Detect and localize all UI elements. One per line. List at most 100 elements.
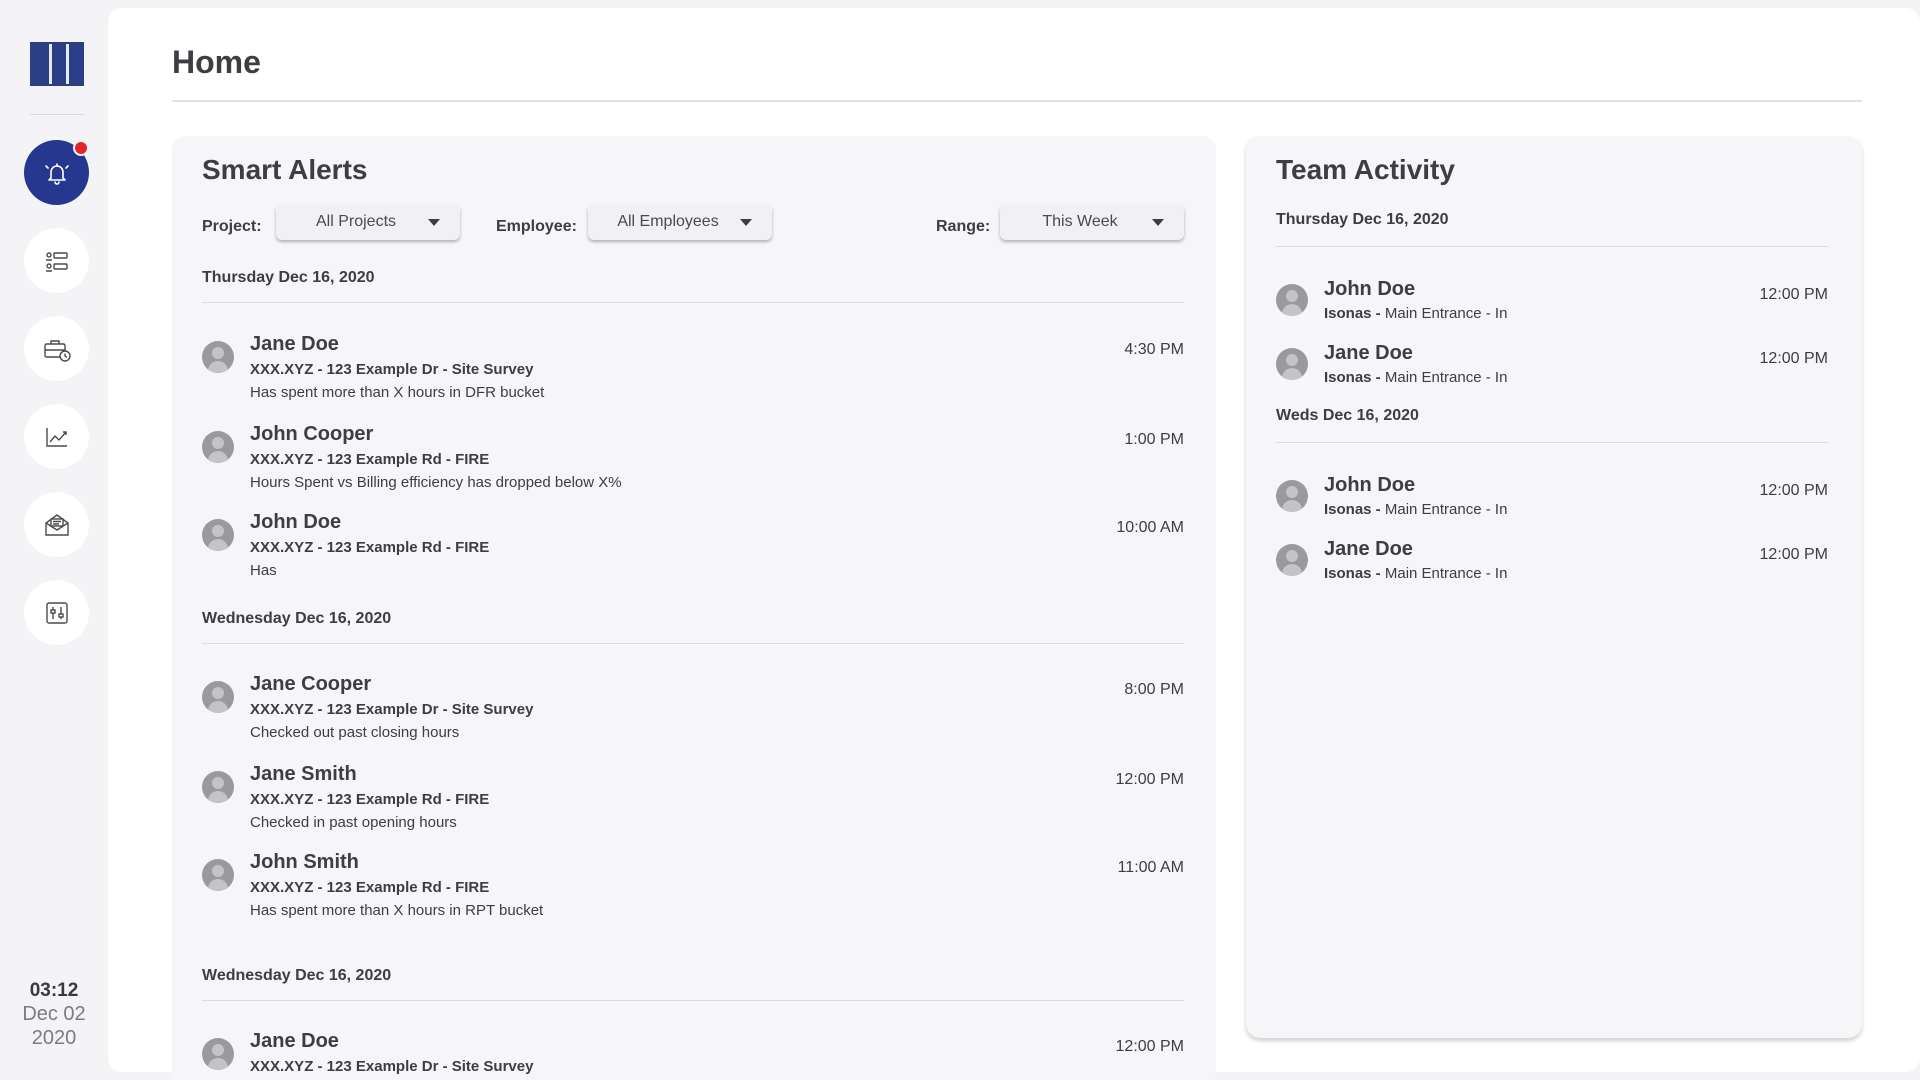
range-dropdown[interactable]: This Week bbox=[1000, 204, 1184, 240]
activity-employee-name: Jane Doe bbox=[1324, 538, 1413, 560]
alert-time: 8:00 PM bbox=[1124, 681, 1184, 698]
activity-event: Main Entrance - In bbox=[1380, 501, 1508, 518]
activity-time: 12:00 PM bbox=[1759, 546, 1828, 563]
alert-time: 10:00 AM bbox=[1116, 519, 1184, 536]
alert-project: XXX.XYZ - 123 Example Dr - Site Survey bbox=[250, 361, 534, 378]
alert-time: 12:00 PM bbox=[1115, 771, 1184, 788]
activity-source: Isonas - bbox=[1324, 305, 1381, 322]
alert-item[interactable]: John Smith XXX.XYZ - 123 Example Rd - FI… bbox=[202, 851, 1184, 937]
avatar bbox=[202, 681, 234, 713]
activity-item[interactable]: John Doe Isonas - Main Entrance - In 12:… bbox=[1276, 278, 1828, 332]
activity-detail: Isonas - Main Entrance - In bbox=[1324, 369, 1507, 386]
alert-item[interactable]: John Doe XXX.XYZ - 123 Example Rd - FIRE… bbox=[202, 511, 1184, 597]
activity-time: 12:00 PM bbox=[1759, 350, 1828, 367]
alert-project: XXX.XYZ - 123 Example Rd - FIRE bbox=[250, 539, 490, 556]
alert-time: 12:00 PM bbox=[1115, 1038, 1184, 1055]
employee-dropdown[interactable]: All Employees bbox=[588, 204, 772, 240]
chevron-down-icon bbox=[428, 219, 440, 226]
alert-employee-name: Jane Smith bbox=[250, 763, 357, 785]
activity-detail: Isonas - Main Entrance - In bbox=[1324, 501, 1507, 518]
alert-project: XXX.XYZ - 123 Example Rd - FIRE bbox=[250, 451, 490, 468]
avatar bbox=[202, 341, 234, 373]
activity-source: Isonas - bbox=[1324, 369, 1381, 386]
clock-date: Dec 02 bbox=[22, 1003, 86, 1025]
nav-settings-button[interactable] bbox=[24, 580, 89, 645]
avatar bbox=[202, 519, 234, 551]
section-divider bbox=[202, 643, 1184, 644]
activity-event: Main Entrance - In bbox=[1380, 369, 1508, 386]
nav-projects-button[interactable] bbox=[24, 316, 89, 381]
nav-alerts-button[interactable] bbox=[24, 140, 89, 205]
alert-description: Has spent more than X hours in DFR bucke… bbox=[250, 384, 545, 401]
range-filter-label: Range: bbox=[936, 218, 991, 235]
alert-description: Checked in past opening hours bbox=[250, 814, 457, 831]
app-logo bbox=[30, 42, 84, 86]
alert-item[interactable]: Jane Smith XXX.XYZ - 123 Example Rd - FI… bbox=[202, 763, 1184, 849]
alert-employee-name: Jane Doe bbox=[250, 1030, 339, 1052]
section-divider bbox=[202, 1000, 1184, 1001]
chevron-down-icon bbox=[740, 219, 752, 226]
briefcase-clock-icon bbox=[43, 339, 71, 362]
activity-detail: Isonas - Main Entrance - In bbox=[1324, 305, 1507, 322]
section-divider bbox=[202, 302, 1184, 303]
activity-time: 12:00 PM bbox=[1759, 286, 1828, 303]
activity-item[interactable]: Jane Doe Isonas - Main Entrance - In 12:… bbox=[1276, 342, 1828, 396]
clock-time: 03:12 bbox=[29, 980, 79, 1001]
alert-description: Has bbox=[250, 562, 277, 579]
activity-item[interactable]: John Doe Isonas - Main Entrance - In 12:… bbox=[1276, 474, 1828, 528]
alert-time: 11:00 AM bbox=[1117, 859, 1184, 876]
alert-item[interactable]: Jane Doe XXX.XYZ - 123 Example Dr - Site… bbox=[202, 333, 1184, 419]
sidebar: 03:12 Dec 02 2020 bbox=[0, 0, 108, 1080]
alert-project: XXX.XYZ - 123 Example Rd - FIRE bbox=[250, 791, 490, 808]
alert-time: 1:00 PM bbox=[1124, 431, 1184, 448]
alert-project: XXX.XYZ - 123 Example Dr - Site Survey bbox=[250, 1058, 534, 1075]
alert-group-date: Thursday Dec 16, 2020 bbox=[202, 269, 375, 286]
avatar bbox=[1276, 480, 1308, 512]
activity-employee-name: John Doe bbox=[1324, 278, 1416, 300]
avatar bbox=[202, 771, 234, 803]
alert-description: Checked out past closing hours bbox=[250, 724, 460, 741]
logo-divider bbox=[30, 114, 84, 115]
sliders-box-icon bbox=[45, 601, 68, 624]
activity-group-date: Thursday Dec 16, 2020 bbox=[1276, 211, 1449, 228]
avatar bbox=[1276, 544, 1308, 576]
chevron-down-icon bbox=[1152, 219, 1164, 226]
avatar bbox=[202, 431, 234, 463]
project-dropdown-value: All Projects bbox=[315, 213, 397, 230]
nav-list-button[interactable] bbox=[24, 228, 89, 293]
activity-employee-name: John Doe bbox=[1324, 474, 1416, 496]
avatar bbox=[1276, 348, 1308, 380]
smart-alerts-panel: Smart Alerts Project: All Projects Emplo… bbox=[172, 136, 1216, 1080]
bell-icon bbox=[44, 162, 69, 185]
activity-detail: Isonas - Main Entrance - In bbox=[1324, 565, 1507, 582]
nav-analytics-button[interactable] bbox=[24, 404, 89, 469]
alert-item[interactable]: Jane Doe XXX.XYZ - 123 Example Dr - Site… bbox=[202, 1030, 1184, 1080]
activity-event: Main Entrance - In bbox=[1380, 305, 1508, 322]
chart-line-icon bbox=[45, 427, 67, 447]
activity-item[interactable]: Jane Doe Isonas - Main Entrance - In 12:… bbox=[1276, 538, 1828, 592]
alert-description: Has spent more than X hours in RPT bucke… bbox=[250, 902, 544, 919]
avatar bbox=[202, 859, 234, 891]
alert-group-date: Wednesday Dec 16, 2020 bbox=[202, 610, 392, 627]
page-title: Home bbox=[172, 44, 261, 80]
activity-source: Isonas - bbox=[1324, 565, 1381, 582]
employee-filter-label: Employee: bbox=[496, 218, 577, 235]
alert-item[interactable]: Jane Cooper XXX.XYZ - 123 Example Dr - S… bbox=[202, 673, 1184, 759]
alert-item[interactable]: John Cooper XXX.XYZ - 123 Example Rd - F… bbox=[202, 423, 1184, 509]
range-dropdown-value: This Week bbox=[1042, 213, 1118, 230]
mail-open-icon bbox=[44, 513, 69, 536]
activity-employee-name: Jane Doe bbox=[1324, 342, 1413, 364]
activity-group-date: Weds Dec 16, 2020 bbox=[1276, 407, 1419, 424]
team-activity-panel: Team Activity Thursday Dec 16, 2020 John… bbox=[1246, 136, 1862, 1038]
alert-employee-name: John Doe bbox=[250, 511, 342, 533]
activity-event: Main Entrance - In bbox=[1380, 565, 1508, 582]
project-filter-label: Project: bbox=[202, 218, 262, 235]
alert-employee-name: Jane Doe bbox=[250, 333, 339, 355]
alert-employee-name: John Smith bbox=[250, 851, 359, 873]
nav-messages-button[interactable] bbox=[24, 492, 89, 557]
main-content: Home Smart Alerts Project: All Projects … bbox=[108, 8, 1920, 1080]
section-divider bbox=[1276, 442, 1828, 443]
avatar bbox=[1276, 284, 1308, 316]
project-dropdown[interactable]: All Projects bbox=[276, 204, 460, 240]
list-settings-icon bbox=[45, 251, 68, 272]
